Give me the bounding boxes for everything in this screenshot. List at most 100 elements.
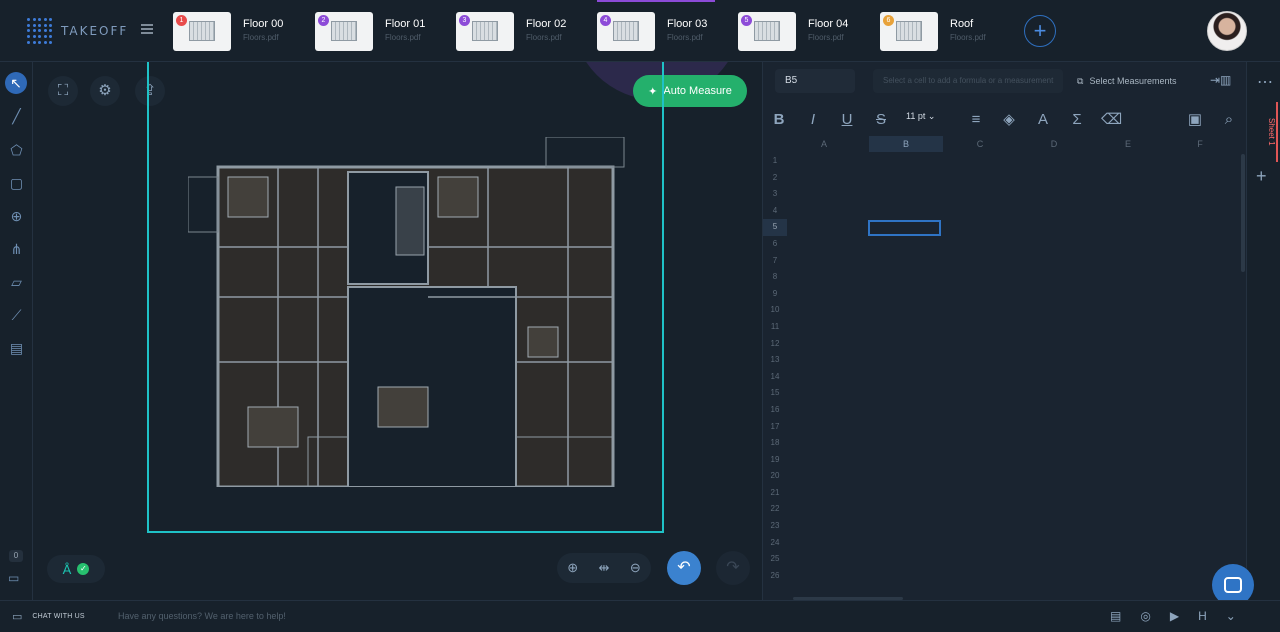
area-icon[interactable]: ⬠ [7,141,26,160]
menu-icon[interactable] [141,24,153,34]
undo-button[interactable]: ↶ [667,551,701,585]
floor-tab-floor-04[interactable]: 5 Floor 04 Floors.pdf [738,11,878,51]
font-size-select[interactable]: 11 pt ⌄ [906,111,935,122]
floor-tab-floor-00[interactable]: 1 Floor 00 Floors.pdf [173,11,313,51]
measurement-status[interactable]: Å ✓ [47,555,105,583]
drawing-canvas[interactable]: ⛶ ⚙ ⇪ ✦ Auto Measure [34,62,755,600]
more-icon[interactable]: ⋯ [1257,72,1274,92]
formula-input[interactable]: Select a cell to add a formula or a meas… [873,69,1063,93]
select-measurements-button[interactable]: ⧉ Select Measurements [1077,69,1176,93]
column-header-c[interactable]: C [943,136,1017,152]
floor-file: Floors.pdf [950,33,986,42]
row-header[interactable]: 2 [763,170,787,187]
row-header[interactable]: 6 [763,236,787,253]
fit-width-icon[interactable]: ⇹ [599,560,610,576]
zoom-out-icon[interactable]: ⊖ [630,560,641,576]
row-header[interactable]: 18 [763,435,787,452]
underline-icon[interactable]: U [837,110,857,130]
row-header[interactable]: 22 [763,501,787,518]
row-header[interactable]: 26 [763,568,787,585]
vertical-scrollbar[interactable] [1241,154,1245,272]
floor-badge: 3 [459,14,470,26]
ruler-icon[interactable]: ⟋ [7,306,26,325]
column-header-f[interactable]: F [1163,136,1237,152]
fullscreen-icon[interactable]: ⛶ [48,76,78,106]
panel-splitter[interactable] [755,62,762,600]
line-icon[interactable]: ╱ [7,107,26,126]
logo-grid-icon [27,18,53,44]
row-header[interactable]: 11 [763,319,787,336]
chevron-down-icon[interactable]: ⌄ [1226,609,1236,623]
row-header[interactable]: 21 [763,485,787,502]
floor-title: Floor 01 [385,18,426,30]
help-icon[interactable]: H [1198,609,1207,623]
zoom-controls: ⊕ ⇹ ⊖ [557,553,651,583]
row-header[interactable]: 25 [763,551,787,568]
strikethrough-icon[interactable]: S [871,110,891,130]
fill-color-icon[interactable]: ◈ [999,110,1019,130]
pointer-icon[interactable]: ↖ [5,72,27,94]
select-measurements-label: Select Measurements [1089,76,1177,86]
row-header[interactable]: 10 [763,302,787,319]
row-header[interactable]: 23 [763,518,787,535]
redo-button[interactable]: ↷ [716,551,750,585]
document-icon[interactable]: ▤ [1110,609,1121,623]
row-header[interactable]: 14 [763,369,787,386]
column-header-b[interactable]: B [869,136,943,152]
avatar[interactable] [1207,11,1247,51]
row-header[interactable]: 16 [763,402,787,419]
rectangle-icon[interactable]: ▢ [7,174,26,193]
top-bar: TAKEOFF 1 Floor 00 Floors.pdf 2 Floor 01 F… [0,0,1280,62]
insert-column-icon[interactable]: ⇥▥ [1210,73,1231,87]
text-color-icon[interactable]: A [1033,110,1053,130]
search-icon[interactable]: ⌕ [1219,110,1239,130]
floor-tab-floor-01[interactable]: 2 Floor 01 Floors.pdf [315,11,455,51]
cell-reference[interactable]: B5 [775,69,855,93]
spreadsheet-grid[interactable] [787,153,1244,600]
floor-tab-floor-03[interactable]: 4 Floor 03 Floors.pdf [597,0,737,51]
chat-with-us[interactable]: ▭ CHAT WITH US [12,610,85,623]
floor-tab-roof[interactable]: 6 Roof Floors.pdf [880,11,1020,51]
video-icon[interactable]: ▶ [1170,609,1179,623]
bold-icon[interactable]: B [769,110,789,130]
floor-tab-floor-02[interactable]: 3 Floor 02 Floors.pdf [456,11,596,51]
selected-cell-b5[interactable] [868,220,941,236]
count-search-icon[interactable]: ⊕ [7,207,26,226]
format-painter-icon[interactable]: ▣ [1185,110,1205,130]
row-header[interactable]: 9 [763,286,787,303]
left-tool-rail: ↖ ╱ ⬠ ▢ ⊕ ⋔ ▱ ⟋ ▤ 0 ▭ [0,62,33,600]
row-header[interactable]: 7 [763,253,787,270]
zoom-in-icon[interactable]: ⊕ [567,560,578,576]
row-header[interactable]: 24 [763,535,787,552]
column-header-a[interactable]: A [787,136,861,152]
sum-icon[interactable]: Σ [1067,110,1087,130]
monitor-icon[interactable]: ▭ [8,571,19,585]
group-icon[interactable]: ⋔ [7,240,26,259]
chat-icon [1224,577,1242,593]
support-icon[interactable]: ◎ [1140,609,1150,623]
takeoff-logo[interactable]: TAKEOFF [27,18,128,44]
add-floor-button[interactable]: + [1024,15,1056,47]
document-icon[interactable]: ▤ [7,339,26,358]
row-header[interactable]: 20 [763,468,787,485]
help-text: Have any questions? We are here to help! [118,611,286,621]
row-header[interactable]: 3 [763,186,787,203]
column-header-e[interactable]: E [1091,136,1165,152]
note-icon[interactable]: ▱ [7,273,26,292]
row-header[interactable]: 8 [763,269,787,286]
italic-icon[interactable]: I [803,110,823,130]
add-sheet-icon[interactable]: + [1256,166,1267,187]
row-header[interactable]: 15 [763,385,787,402]
column-header-d[interactable]: D [1017,136,1091,152]
row-header[interactable]: 4 [763,203,787,220]
row-header[interactable]: 12 [763,336,787,353]
row-header[interactable]: 5 [763,219,787,236]
clear-format-icon[interactable]: ⌫ [1101,110,1122,130]
align-icon[interactable]: ≡ [966,110,986,130]
settings-icon[interactable]: ⚙ [90,76,120,106]
row-header[interactable]: 13 [763,352,787,369]
row-header[interactable]: 1 [763,153,787,170]
row-header[interactable]: 17 [763,419,787,436]
sheet-tab-1[interactable]: Sheet 1 [1254,102,1278,162]
row-header[interactable]: 19 [763,452,787,469]
